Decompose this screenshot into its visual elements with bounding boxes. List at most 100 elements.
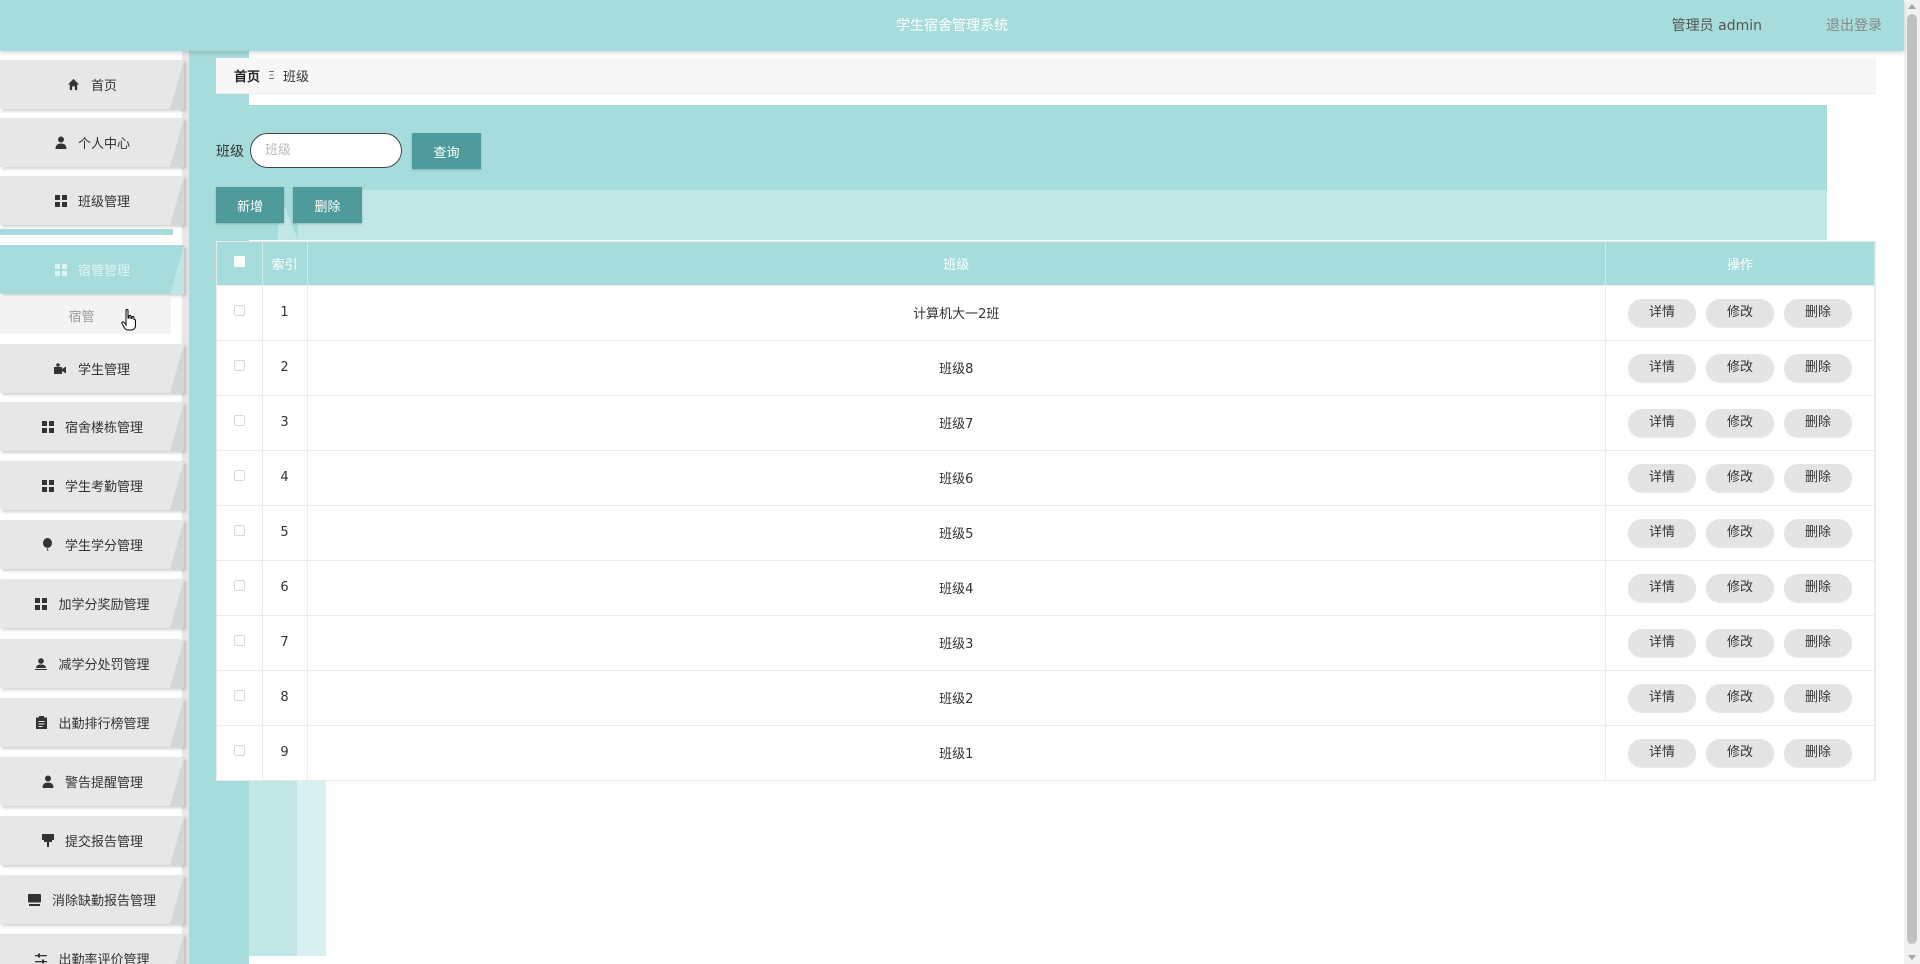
delete-button[interactable]: 删除 [1784, 738, 1852, 767]
detail-button[interactable]: 详情 [1628, 408, 1696, 437]
sidebar-item-student-management[interactable]: 学生管理 [0, 344, 184, 393]
row-index: 9 [262, 725, 308, 780]
sidebar-item-attendance-rating-management[interactable]: 出勤率评价管理 [0, 934, 184, 964]
sidebar-item-attendance-management[interactable]: 学生考勤管理 [0, 461, 184, 510]
delete-button[interactable]: 删除 [1784, 298, 1852, 327]
detail-button[interactable]: 详情 [1628, 298, 1696, 327]
sidebar-item-credit-management[interactable]: 学生学分管理 [0, 520, 184, 569]
edit-button[interactable]: 修改 [1706, 738, 1774, 767]
grid-icon [41, 479, 55, 493]
vertical-scrollbar[interactable] [1904, 0, 1920, 964]
row-actions: 详情 修改 删除 [1605, 560, 1875, 615]
delete-button[interactable]: 删除 [1784, 353, 1852, 382]
column-header-class: 班级 [307, 242, 1606, 285]
sidebar-item-penalty-management[interactable]: 减学分处罚管理 [0, 639, 184, 688]
sidebar-item-label: 出勤率评价管理 [58, 953, 150, 964]
row-checkbox[interactable] [233, 525, 245, 536]
row-class-name: 计算机大一2班 [307, 285, 1606, 340]
edit-button[interactable]: 修改 [1706, 573, 1774, 602]
batch-delete-button[interactable]: 删除 [293, 187, 362, 223]
sidebar-item-label: 警告提醒管理 [64, 776, 143, 791]
submenu-item-dorm-admin[interactable]: 宿管 [0, 296, 171, 334]
row-select-cell[interactable] [217, 615, 263, 670]
row-actions: 详情 修改 删除 [1605, 725, 1875, 780]
delete-button[interactable]: 删除 [1784, 573, 1852, 602]
edit-button[interactable]: 修改 [1706, 463, 1774, 492]
edit-button[interactable]: 修改 [1706, 353, 1774, 382]
sidebar-item-absence-report-management[interactable]: 消除缺勤报告管理 [0, 875, 184, 924]
row-checkbox[interactable] [233, 415, 245, 426]
edit-button[interactable]: 修改 [1706, 408, 1774, 437]
row-checkbox[interactable] [233, 580, 245, 591]
delete-button[interactable]: 删除 [1784, 518, 1852, 547]
row-checkbox[interactable] [233, 745, 245, 757]
edit-button[interactable]: 修改 [1706, 683, 1774, 712]
sidebar-item-label: 个人中心 [77, 137, 130, 152]
row-select-cell[interactable] [217, 450, 263, 505]
select-all-cell[interactable] [217, 242, 263, 285]
home-icon [67, 78, 81, 92]
row-class-name: 班级4 [307, 560, 1606, 615]
row-select-cell[interactable] [217, 285, 263, 340]
row-checkbox[interactable] [233, 470, 245, 481]
grid-icon [54, 263, 68, 277]
sidebar-item-dorm-admin-management[interactable]: 宿管管理 [0, 245, 184, 294]
row-index: 7 [262, 615, 308, 670]
table-row: 3 班级7 详情 修改 删除 [217, 395, 1875, 450]
scroll-up-icon[interactable] [1908, 4, 1916, 9]
scroll-down-icon[interactable] [1908, 955, 1916, 960]
sidebar-item-bonus-credit-management[interactable]: 加学分奖励管理 [0, 579, 184, 628]
edit-button[interactable]: 修改 [1706, 518, 1774, 547]
delete-button[interactable]: 删除 [1784, 408, 1852, 437]
detail-button[interactable]: 详情 [1628, 683, 1696, 712]
edit-button[interactable]: 修改 [1706, 298, 1774, 327]
delete-button[interactable]: 删除 [1784, 628, 1852, 657]
detail-button[interactable]: 详情 [1628, 518, 1696, 547]
detail-button[interactable]: 详情 [1628, 738, 1696, 767]
row-select-cell[interactable] [217, 395, 263, 450]
sidebar-item-label: 加学分奖励管理 [58, 598, 150, 613]
logout-link[interactable]: 退出登录 [1826, 15, 1882, 35]
sidebar-item-label: 提交报告管理 [64, 835, 143, 850]
sidebar-item-ranking-management[interactable]: 出勤排行榜管理 [0, 698, 184, 747]
search-input[interactable] [250, 133, 402, 168]
row-index: 3 [262, 395, 308, 450]
select-all-checkbox[interactable] [233, 255, 245, 267]
row-checkbox[interactable] [233, 690, 245, 701]
person-icon [54, 136, 68, 150]
sidebar-item-building-management[interactable]: 宿舍楼栋管理 [0, 402, 184, 451]
sidebar-item-label: 学生管理 [77, 363, 130, 378]
add-button[interactable]: 新增 [216, 187, 284, 223]
table-row: 7 班级3 详情 修改 删除 [217, 615, 1875, 670]
delete-button[interactable]: 删除 [1784, 463, 1852, 492]
sidebar-item-class-management[interactable]: 班级管理 [0, 176, 184, 225]
sidebar-item-label: 首页 [90, 79, 117, 94]
row-select-cell[interactable] [217, 340, 263, 395]
query-button[interactable]: 查询 [412, 133, 481, 169]
detail-button[interactable]: 详情 [1628, 463, 1696, 492]
detail-button[interactable]: 详情 [1628, 353, 1696, 382]
sidebar-item-warning-management[interactable]: 警告提醒管理 [0, 757, 184, 806]
monitor-icon [28, 893, 42, 907]
row-select-cell[interactable] [217, 560, 263, 615]
row-checkbox[interactable] [233, 360, 245, 371]
sidebar-item-profile[interactable]: 个人中心 [0, 118, 184, 167]
delete-button[interactable]: 删除 [1784, 683, 1852, 712]
edit-button[interactable]: 修改 [1706, 628, 1774, 657]
row-class-name: 班级7 [307, 395, 1606, 450]
row-checkbox[interactable] [233, 305, 245, 316]
row-checkbox[interactable] [233, 635, 245, 646]
sidebar-item-home[interactable]: 首页 [0, 60, 184, 109]
scrollbar-thumb[interactable] [1907, 14, 1917, 944]
sidebar-item-label: 减学分处罚管理 [58, 658, 150, 673]
detail-button[interactable]: 详情 [1628, 628, 1696, 657]
active-indicator [0, 229, 173, 235]
sidebar-item-report-management[interactable]: 提交报告管理 [0, 816, 184, 865]
row-select-cell[interactable] [217, 505, 263, 560]
sidebar-item-label: 宿管管理 [77, 264, 130, 279]
row-select-cell[interactable] [217, 670, 263, 725]
detail-button[interactable]: 详情 [1628, 573, 1696, 602]
row-select-cell[interactable] [217, 725, 263, 780]
breadcrumb: 首页 Ξ 班级 [216, 58, 1876, 94]
breadcrumb-home[interactable]: 首页 [234, 66, 260, 85]
